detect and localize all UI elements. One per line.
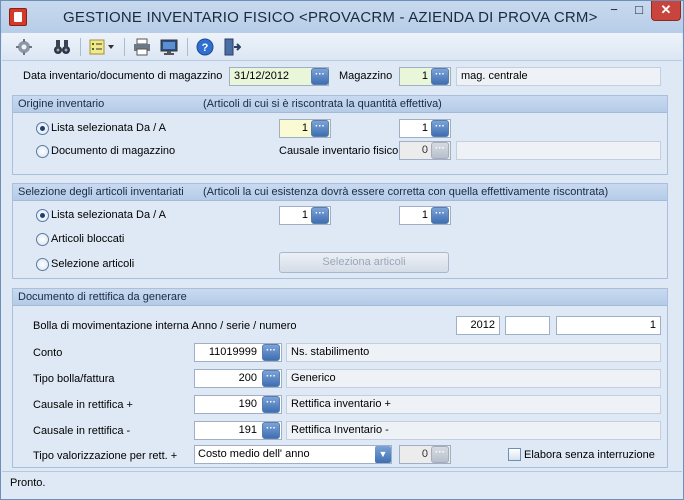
status-text: Pronto. <box>10 477 46 489</box>
title-bar: GESTIONE INVENTARIO FISICO <PROVACRM - A… <box>1 1 683 33</box>
origin-doc-radio[interactable] <box>36 145 49 158</box>
valorizzazione-lookup-button[interactable]: ··· <box>431 446 449 463</box>
maximize-button[interactable]: □ <box>627 1 651 21</box>
chevron-down-icon[interactable]: ▼ <box>375 446 391 463</box>
causale-lookup-button[interactable]: ··· <box>431 142 449 159</box>
bolla-year-field[interactable]: 2012 <box>456 316 500 335</box>
caus-plus-lookup-button[interactable]: ··· <box>262 396 280 413</box>
conto-lookup-button[interactable]: ··· <box>262 344 280 361</box>
main-window: GESTIONE INVENTARIO FISICO <PROVACRM - A… <box>0 0 684 500</box>
selection-title: Selezione degli articoli inventariati <box>18 186 184 198</box>
selection-note: (Articoli la cui esistenza dovrà essere … <box>203 186 609 198</box>
origin-section-header: Origine inventario (Articoli di cui si è… <box>13 96 667 113</box>
origin-to-lookup-button[interactable]: ··· <box>431 120 449 137</box>
elabora-checkbox[interactable] <box>508 448 521 461</box>
document-section-header: Documento di rettifica da generare <box>13 289 667 306</box>
origin-from-lookup-button[interactable]: ··· <box>311 120 329 137</box>
store-label: Magazzino <box>339 70 393 82</box>
caus-minus-description: Rettifica Inventario - <box>286 421 661 440</box>
selection-to-lookup-button[interactable]: ··· <box>431 207 449 224</box>
origin-section: Origine inventario (Articoli di cui si è… <box>12 95 668 175</box>
caus-plus-label: Causale in rettifica + <box>33 399 133 411</box>
caus-minus-lookup-button[interactable]: ··· <box>262 422 280 439</box>
exit-door-icon[interactable] <box>222 37 242 57</box>
causale-label: Causale inventario fisico <box>279 145 399 157</box>
caus-minus-label: Causale in rettifica - <box>33 425 131 437</box>
select-articles-button[interactable]: Seleziona articoli <box>279 252 449 273</box>
selection-blocked-radio[interactable] <box>36 233 49 246</box>
conto-description: Ns. stabilimento <box>286 343 661 362</box>
tipo-label: Tipo bolla/fattura <box>33 373 115 385</box>
status-bar: Pronto. <box>2 471 682 499</box>
window-title: GESTIONE INVENTARIO FISICO <PROVACRM - A… <box>63 9 598 26</box>
selection-articles-label: Selezione articoli <box>51 258 135 270</box>
monitor-icon[interactable] <box>159 37 179 57</box>
origin-list-label: Lista selezionata Da / A <box>51 122 166 134</box>
conto-label: Conto <box>33 347 63 359</box>
causale-description <box>456 141 661 160</box>
elabora-label: Elabora senza interruzione <box>524 449 655 461</box>
valorizzazione-label: Tipo valorizzazione per rett. + <box>33 450 178 462</box>
selection-list-radio[interactable] <box>36 209 49 222</box>
selection-blocked-label: Articoli bloccati <box>51 233 125 245</box>
valorizzazione-selected: Costo medio dell' anno <box>198 448 310 460</box>
date-label: Data inventario/documento di magazzino <box>23 70 223 82</box>
selection-section-header: Selezione degli articoli inventariati (A… <box>13 184 667 201</box>
origin-note: (Articoli di cui si è riscontrata la qua… <box>203 98 442 110</box>
origin-title: Origine inventario <box>18 98 105 110</box>
list-dropdown-icon[interactable] <box>88 37 118 57</box>
help-icon[interactable]: ? <box>195 37 215 57</box>
store-lookup-button[interactable]: ··· <box>431 68 449 85</box>
bolla-number-field[interactable]: 1 <box>556 316 661 335</box>
bolla-label: Bolla di movimentazione interna Anno / s… <box>33 320 297 332</box>
document-title: Documento di rettifica da generare <box>18 291 187 303</box>
valorizzazione-select[interactable]: Costo medio dell' anno ▼ <box>194 445 392 464</box>
tipo-lookup-button[interactable]: ··· <box>262 370 280 387</box>
origin-doc-label: Documento di magazzino <box>51 145 176 157</box>
close-button[interactable]: ✕ <box>651 1 681 21</box>
binoculars-icon[interactable] <box>52 37 72 57</box>
printer-icon[interactable] <box>132 37 152 57</box>
caus-plus-description: Rettifica inventario + <box>286 395 661 414</box>
svg-text:?: ? <box>202 42 209 54</box>
date-picker-button[interactable]: ··· <box>311 68 329 85</box>
bolla-series-field[interactable] <box>505 316 550 335</box>
toolbar: ? <box>2 33 682 61</box>
selection-articles-radio[interactable] <box>36 258 49 271</box>
origin-list-radio[interactable] <box>36 122 49 135</box>
store-description: mag. centrale <box>456 67 661 86</box>
app-icon <box>9 8 27 26</box>
gear-icon[interactable] <box>14 37 34 57</box>
selection-list-label: Lista selezionata Da / A <box>51 209 166 221</box>
selection-from-lookup-button[interactable]: ··· <box>311 207 329 224</box>
tipo-description: Generico <box>286 369 661 388</box>
minimize-button[interactable]: − <box>601 1 627 21</box>
